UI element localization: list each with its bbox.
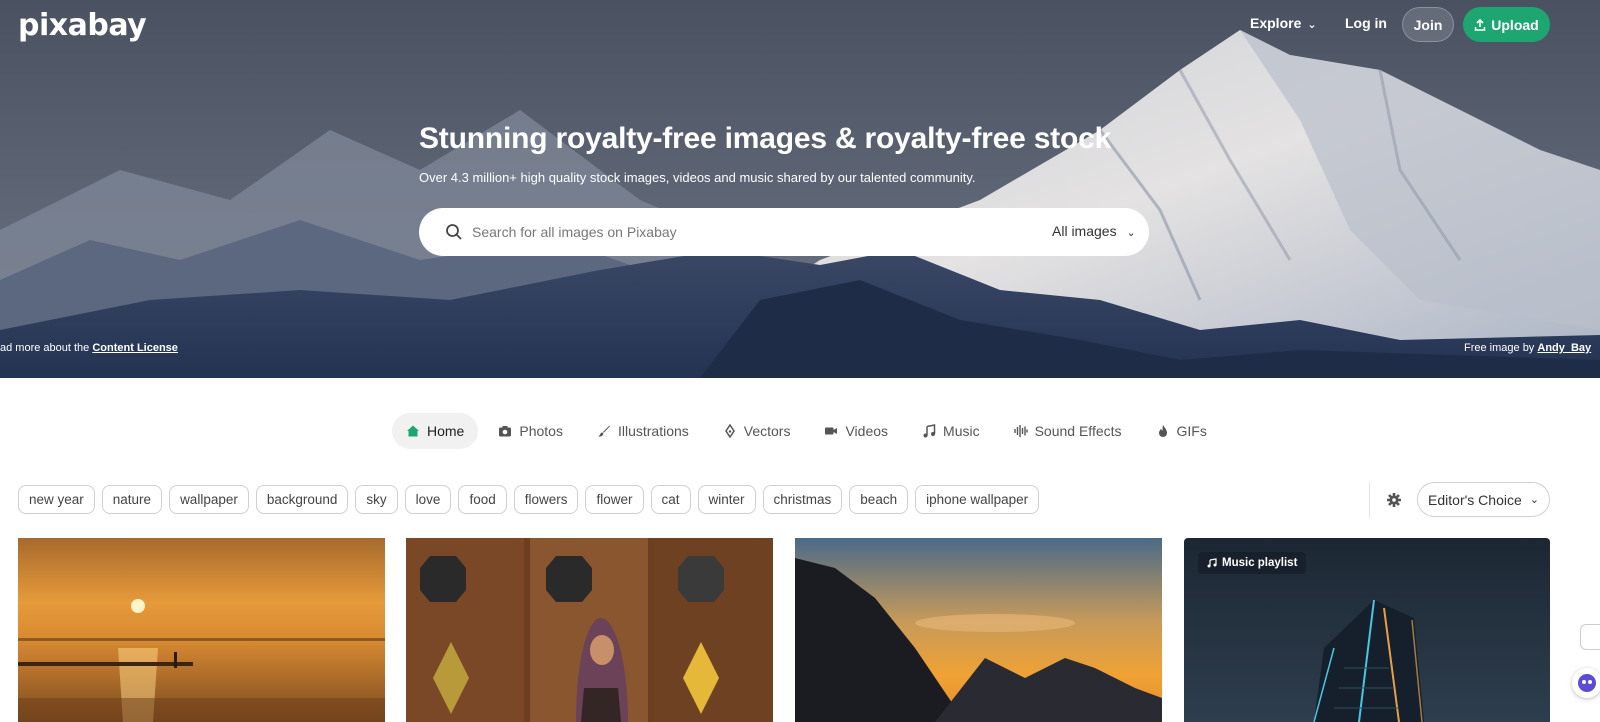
home-icon	[407, 425, 419, 437]
mountain-sunset-image	[795, 538, 1162, 722]
tab-photos[interactable]: Photos	[484, 413, 577, 449]
divider	[1369, 482, 1370, 518]
image-card[interactable]: Music playlist	[1184, 538, 1550, 722]
tab-vectors[interactable]: Vectors	[709, 413, 805, 449]
tag-chip[interactable]: sky	[355, 485, 398, 514]
search-input[interactable]	[472, 218, 992, 246]
chevron-down-icon: ⌄	[1126, 227, 1136, 239]
video-camera-icon	[825, 427, 838, 435]
tab-label: Music	[943, 423, 980, 439]
image-type-dropdown[interactable]: All images ⌄	[1052, 223, 1136, 239]
tag-suggestions: new year nature wallpaper background sky…	[18, 485, 1040, 514]
tag-chip[interactable]: wallpaper	[169, 485, 249, 514]
tab-label: Vectors	[743, 423, 791, 439]
pixabay-logo[interactable]: pixabay	[18, 8, 147, 43]
top-navigation: pixabay Explore ⌄ Log in Join Upload	[0, 0, 1600, 48]
content-license-note: ad more about the Content License	[0, 342, 178, 354]
flame-icon	[1158, 425, 1167, 437]
tag-chip[interactable]: christmas	[762, 485, 843, 514]
waveform-icon	[1013, 425, 1028, 437]
chevron-down-icon: ⌄	[1529, 494, 1539, 506]
tag-chip[interactable]: food	[458, 485, 507, 514]
explore-label: Explore	[1250, 15, 1302, 31]
upload-icon	[1474, 18, 1486, 31]
sunset-beach-image	[18, 538, 385, 722]
tab-sound-effects[interactable]: Sound Effects	[1000, 413, 1136, 449]
tab-label: GIFs	[1176, 423, 1207, 439]
tab-music[interactable]: Music	[908, 413, 994, 449]
tag-chip[interactable]: flowers	[513, 485, 579, 514]
tab-illustrations[interactable]: Illustrations	[583, 413, 703, 449]
tag-chip[interactable]: background	[255, 485, 349, 514]
explore-menu[interactable]: Explore ⌄	[1250, 15, 1317, 31]
brush-icon	[598, 425, 610, 437]
tab-label: Illustrations	[617, 423, 689, 439]
playlist-badge-label: Music playlist	[1222, 557, 1298, 569]
music-note-icon	[923, 424, 936, 438]
music-note-icon	[1207, 558, 1217, 568]
license-text: ad more about the	[0, 342, 93, 354]
upload-label: Upload	[1491, 16, 1539, 33]
chevron-down-icon: ⌄	[1307, 19, 1317, 31]
hero-subtitle: Over 4.3 million+ high quality stock ima…	[419, 170, 976, 185]
tag-chip[interactable]: beach	[849, 485, 909, 514]
image-type-label: All images	[1052, 223, 1117, 239]
tag-chip[interactable]: love	[404, 485, 452, 514]
tab-gifs[interactable]: GIFs	[1142, 413, 1221, 449]
tag-chip[interactable]: winter	[697, 485, 756, 514]
upload-button[interactable]: Upload	[1463, 7, 1550, 42]
woman-wooden-doors-image	[406, 538, 773, 722]
tab-videos[interactable]: Videos	[810, 413, 902, 449]
image-card[interactable]	[406, 538, 773, 722]
image-credit: Free image by Andy_Bay	[1464, 342, 1591, 354]
pen-nib-icon	[724, 424, 735, 438]
chat-assistant-icon[interactable]	[1572, 668, 1600, 698]
image-card[interactable]	[18, 538, 385, 722]
login-link[interactable]: Log in	[1345, 15, 1387, 31]
hero-banner: pixabay Explore ⌄ Log in Join Upload Stun…	[0, 0, 1600, 378]
hero-title: Stunning royalty-free images & royalty-f…	[419, 122, 1112, 155]
tag-chip[interactable]: flower	[585, 485, 644, 514]
tag-chip[interactable]: iphone wallpaper	[915, 485, 1040, 514]
tag-chip[interactable]: cat	[650, 485, 691, 514]
tab-label: Videos	[845, 423, 889, 439]
content-license-link[interactable]: Content License	[92, 342, 178, 354]
category-tabs: Home Photos Illustrations Vectors Videos…	[392, 413, 1227, 449]
join-button[interactable]: Join	[1402, 7, 1454, 42]
tab-home[interactable]: Home	[392, 413, 479, 449]
image-card[interactable]	[795, 538, 1162, 722]
sort-label: Editor's Choice	[1428, 491, 1522, 508]
search-bar: All images ⌄	[419, 208, 1149, 256]
credit-text: Free image by	[1464, 342, 1538, 354]
camera-icon	[499, 426, 512, 437]
side-widget-tab[interactable]	[1580, 624, 1600, 650]
assistant-face-icon	[1578, 674, 1596, 692]
tag-chip[interactable]: new year	[18, 485, 95, 514]
tag-chip[interactable]: nature	[101, 485, 163, 514]
tab-label: Home	[427, 423, 465, 439]
hero-mountain-image	[0, 0, 1600, 378]
credit-author-link[interactable]: Andy_Bay	[1537, 342, 1591, 354]
gear-icon[interactable]	[1386, 492, 1402, 508]
tab-label: Sound Effects	[1034, 423, 1122, 439]
music-playlist-badge: Music playlist	[1198, 552, 1307, 574]
sort-dropdown[interactable]: Editor's Choice ⌄	[1417, 482, 1550, 517]
tab-label: Photos	[519, 423, 563, 439]
search-icon	[446, 224, 462, 240]
